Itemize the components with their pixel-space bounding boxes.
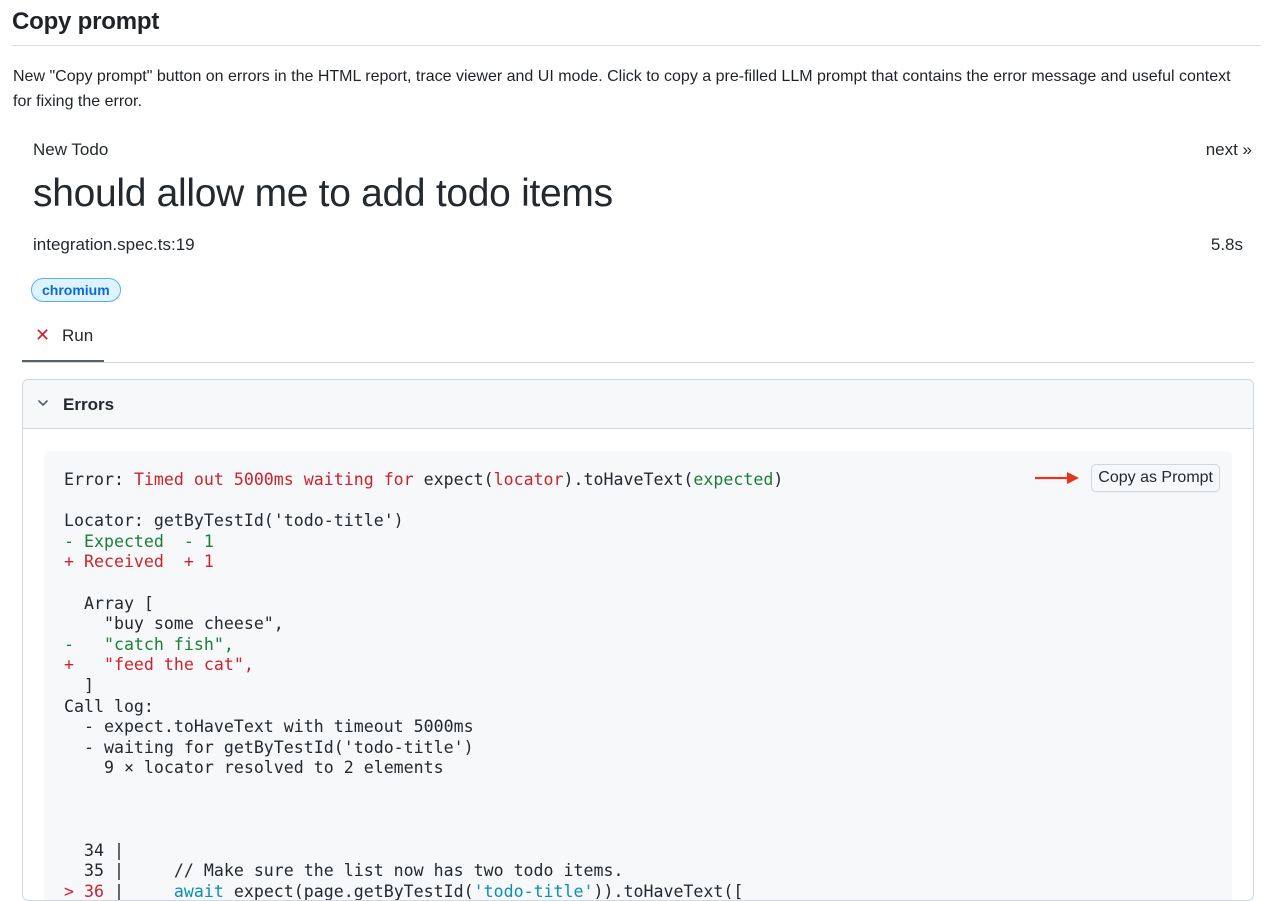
error-text-segment: expect(: [413, 470, 494, 489]
error-text-segment: Timed out 5000ms waiting for: [133, 470, 414, 489]
error-line: - expect.toHaveText with timeout 5000ms: [64, 717, 783, 738]
error-line: - waiting for getByTestId('todo-title'): [64, 738, 783, 759]
arrow-right-icon: [1035, 472, 1079, 484]
error-text-segment: Call log:: [64, 696, 154, 716]
error-line: > 36 | await expect(page.getByTestId('to…: [64, 881, 783, 901]
error-line: Error: Timed out 5000ms waiting for expe…: [64, 470, 783, 491]
error-line: Call log:: [64, 697, 783, 718]
error-text-segment: + Received + 1: [64, 552, 214, 572]
chevron-down-icon: [38, 400, 48, 406]
error-text-segment: "buy some cheese",: [64, 614, 284, 634]
error-line: - "catch fish",: [64, 635, 783, 656]
error-text-segment: Array [: [64, 593, 154, 613]
page-title: Copy prompt: [12, 8, 160, 35]
error-line: [64, 800, 783, 821]
error-text-segment: ): [773, 470, 784, 489]
error-text-segment: expected: [693, 470, 774, 489]
test-duration: 5.8s: [1210, 235, 1243, 254]
error-text-segment: Error:: [64, 470, 134, 489]
error-line: ]: [64, 676, 783, 697]
error-text-segment: 'todo-title': [473, 881, 594, 901]
test-location: integration.spec.ts:19: [33, 235, 195, 254]
error-text-segment: expect(page.getByTestId(: [223, 881, 474, 901]
error-line: Array [: [64, 594, 783, 615]
suite-name: New Todo: [33, 140, 109, 159]
error-line: [64, 820, 783, 841]
tab-run-label: Run: [62, 326, 94, 345]
error-text-segment: - Expected - 1: [64, 531, 214, 551]
next-link[interactable]: next »: [1206, 140, 1252, 160]
error-text-segment: Locator: getByTestId('todo-title'): [64, 511, 404, 531]
error-text-segment: ]: [64, 675, 94, 695]
errors-panel: Errors Error: Timed out 5000ms waiting f…: [22, 379, 1254, 901]
error-line: Locator: getByTestId('todo-title'): [64, 511, 783, 532]
project-badge[interactable]: chromium: [31, 278, 121, 302]
error-line: + Received + 1: [64, 552, 783, 573]
error-line: "buy some cheese",: [64, 614, 783, 635]
error-line: 9 × locator resolved to 2 elements: [64, 758, 783, 779]
error-text-segment: )).toHaveText([: [593, 881, 744, 901]
title-divider: [12, 45, 1261, 46]
close-x-icon: ✕: [35, 325, 51, 345]
error-line: 34 |: [64, 841, 783, 862]
error-text-segment: locator: [493, 470, 564, 489]
error-text-segment: - "catch fish",: [64, 634, 234, 654]
error-text-segment: await: [173, 881, 224, 901]
errors-header[interactable]: Errors: [23, 380, 1253, 429]
test-title: should allow me to add todo items: [33, 172, 613, 215]
html-report-test-view: New Todo next » should allow me to add t…: [22, 130, 1254, 901]
error-line: [64, 779, 783, 800]
error-text-segment: 34 |: [64, 840, 124, 860]
error-text-segment: + "feed the cat",: [64, 655, 254, 675]
error-text-segment: > 36: [64, 881, 104, 901]
error-line: - Expected - 1: [64, 532, 783, 553]
copy-as-prompt-button[interactable]: Copy as Prompt: [1091, 464, 1220, 492]
error-line: [64, 573, 783, 594]
tab-run[interactable]: ✕ Run: [22, 316, 104, 362]
errors-label: Errors: [63, 395, 115, 414]
error-message-text: Error: Timed out 5000ms waiting for expe…: [64, 470, 783, 901]
tabs-divider: [22, 362, 1254, 363]
error-text-segment: |: [103, 881, 174, 901]
error-text-segment: 35 | // Make sure the list now has two t…: [64, 861, 624, 881]
error-text-segment: - expect.toHaveText with timeout 5000ms: [64, 717, 474, 737]
error-line: 35 | // Make sure the list now has two t…: [64, 861, 783, 882]
error-text-segment: ).toHaveText(: [563, 470, 694, 489]
error-text-segment: 9 × locator resolved to 2 elements: [64, 758, 444, 778]
intro-paragraph: New "Copy prompt" button on errors in th…: [13, 68, 1231, 110]
error-line: + "feed the cat",: [64, 655, 783, 676]
error-line: [64, 491, 783, 512]
error-message-box: Error: Timed out 5000ms waiting for expe…: [44, 451, 1232, 901]
error-text-segment: - waiting for getByTestId('todo-title'): [64, 737, 474, 757]
